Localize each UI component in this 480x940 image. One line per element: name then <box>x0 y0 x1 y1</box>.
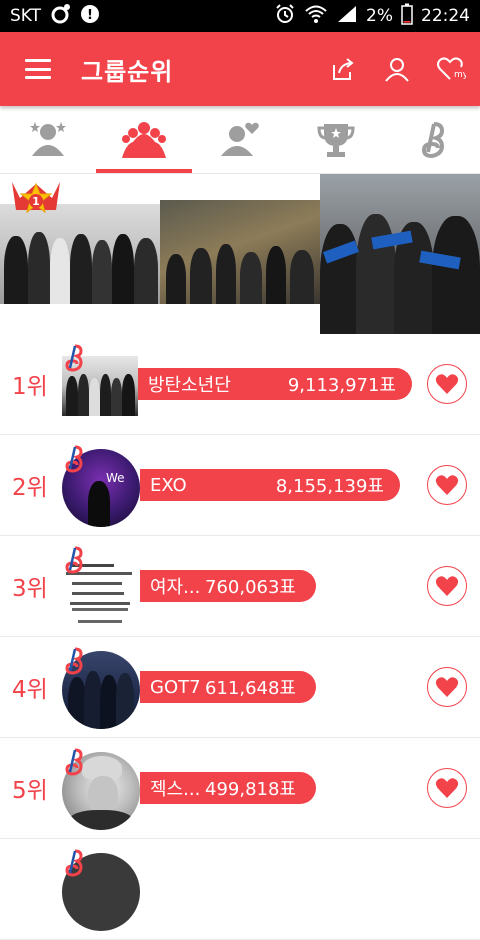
notification-badge-icon: ! <box>79 3 101 29</box>
top3-banner: 1 <box>0 174 480 334</box>
svg-text:my: my <box>454 70 466 80</box>
rank-number: 5위 <box>12 778 48 804</box>
heart-icon <box>435 677 459 697</box>
music-note-logo-icon <box>65 344 83 372</box>
group-name: GOT7 <box>150 676 201 698</box>
heart-icon <box>435 374 459 394</box>
battery-percent: 2% <box>366 6 393 26</box>
vote-bar: 여자... 760,063표 <box>140 570 316 602</box>
alarm-icon <box>274 3 296 29</box>
music-note-logo-icon <box>65 849 83 877</box>
vote-bar: EXO 8,155,139표 <box>140 469 400 501</box>
category-tabs <box>0 106 480 174</box>
carrier-label: SKT <box>10 6 42 26</box>
share-icon[interactable] <box>326 52 360 86</box>
vote-count: 9,113,971표 <box>287 375 396 396</box>
heart-icon <box>435 576 459 596</box>
vote-heart-button[interactable] <box>427 667 467 707</box>
vote-count: 611,648표 <box>205 678 296 699</box>
status-bar: SKT ! 2% 22:24 <box>0 0 480 32</box>
ranking-list: 1위 방탄소년단 9,113,971표 2위 We EXO 8,155,139표 <box>0 334 480 940</box>
rank-number: 2위 <box>12 475 48 501</box>
tab-group[interactable] <box>96 106 192 173</box>
group-name: 방탄소년단 <box>148 375 231 396</box>
list-item[interactable]: 3위 여자... 760,063표 <box>0 536 480 637</box>
heart-icon <box>435 778 459 798</box>
wifi-icon <box>304 4 328 28</box>
rank-number: 1위 <box>12 374 48 400</box>
music-note-logo-icon <box>65 647 83 675</box>
heart-icon <box>435 475 459 495</box>
list-item[interactable]: 2위 We EXO 8,155,139표 <box>0 435 480 536</box>
second-place-photo[interactable] <box>160 200 320 304</box>
clock: 22:24 <box>421 6 470 26</box>
first-place-badge-number: 1 <box>32 195 40 208</box>
person-heart-icon <box>221 122 259 156</box>
tab-favorites[interactable] <box>192 106 288 173</box>
music-note-logo-icon <box>65 546 83 574</box>
individual-star-icon <box>30 121 66 156</box>
list-item[interactable]: 1위 방탄소년단 9,113,971표 <box>0 334 480 435</box>
app-bar: 그룹순위 my <box>0 32 480 106</box>
tab-individual[interactable] <box>0 106 96 173</box>
my-favorites-icon[interactable]: my <box>434 52 468 86</box>
thumbnail-caption: We <box>106 471 125 485</box>
vote-heart-button[interactable] <box>427 768 467 808</box>
battery-icon <box>401 3 413 29</box>
group-name: 젝스... <box>150 779 201 800</box>
vote-heart-button[interactable] <box>427 364 467 404</box>
svg-text:!: ! <box>87 8 93 23</box>
group-icon <box>122 121 166 158</box>
profile-icon[interactable] <box>380 52 414 86</box>
app-notification-icon <box>49 3 71 29</box>
third-place-photo[interactable] <box>320 174 480 334</box>
tab-music[interactable] <box>384 106 480 173</box>
rank-number: 3위 <box>12 576 48 602</box>
group-name: 여자... <box>150 577 201 598</box>
rank-number: 4위 <box>12 677 48 703</box>
vote-bar: GOT7 611,648표 <box>140 671 316 703</box>
trophy-icon <box>317 123 355 157</box>
list-item-partial[interactable] <box>0 839 480 940</box>
music-note-icon <box>421 121 445 158</box>
music-note-logo-icon <box>65 748 83 776</box>
page-title: 그룹순위 <box>81 57 174 86</box>
vote-count: 760,063표 <box>205 577 296 598</box>
first-place-crown-icon: 1 <box>12 182 60 214</box>
vote-count: 8,155,139표 <box>275 476 384 497</box>
signal-icon <box>336 4 358 28</box>
vote-count: 499,818표 <box>205 779 296 800</box>
group-name: EXO <box>150 474 187 496</box>
list-item[interactable]: 4위 GOT7 611,648표 <box>0 637 480 738</box>
tab-trophy[interactable] <box>288 106 384 173</box>
vote-heart-button[interactable] <box>427 465 467 505</box>
music-note-logo-icon <box>65 445 83 473</box>
list-item[interactable]: 5위 젝스... 499,818표 <box>0 738 480 839</box>
vote-heart-button[interactable] <box>427 566 467 606</box>
vote-bar: 방탄소년단 9,113,971표 <box>138 368 412 400</box>
menu-icon[interactable] <box>25 59 51 79</box>
vote-bar: 젝스... 499,818표 <box>140 772 316 804</box>
